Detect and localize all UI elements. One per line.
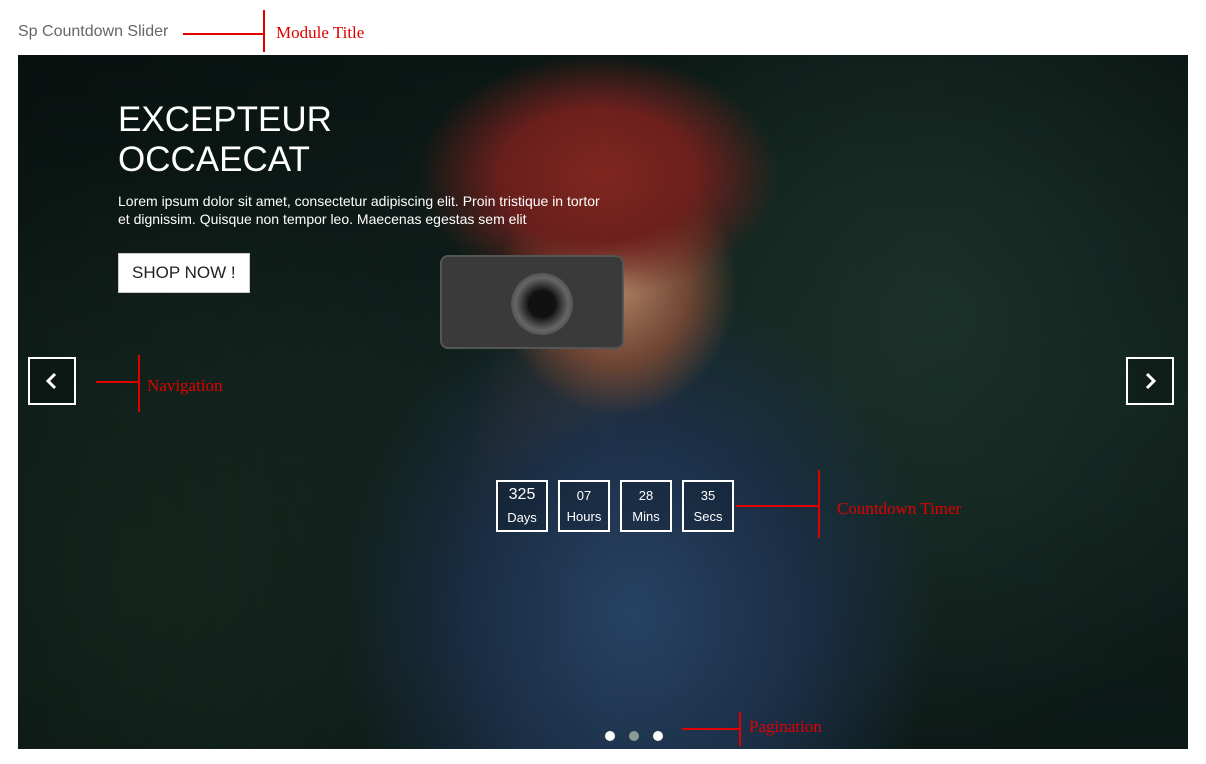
annotation-line — [96, 381, 138, 383]
annotation-line — [682, 728, 739, 730]
countdown-hours: 07 Hours — [558, 480, 610, 532]
annotation-line — [736, 505, 818, 507]
countdown-value: 325 — [508, 486, 536, 503]
slide-title-line1: EXCEPTEUR — [118, 100, 332, 139]
slide-description: Lorem ipsum dolor sit amet, consectetur … — [118, 193, 600, 227]
annotation-module-title: Module Title — [276, 23, 365, 42]
countdown-mins: 28 Mins — [620, 480, 672, 532]
countdown-label: Secs — [693, 509, 723, 524]
shop-now-button[interactable]: SHOP NOW ! — [118, 253, 250, 293]
next-slide-button[interactable] — [1126, 357, 1174, 405]
countdown-label: Hours — [566, 509, 602, 524]
slider[interactable]: EXCEPTEUR OCCAECAT Lorem ipsum dolor sit… — [18, 55, 1188, 749]
pagination — [605, 731, 663, 741]
countdown-timer: 325 Days 07 Hours 28 Mins 35 Secs — [496, 480, 734, 532]
annotation-line — [183, 33, 263, 35]
module-title: Sp Countdown Slider — [18, 23, 169, 40]
countdown-label: Mins — [632, 509, 660, 524]
annotation-line — [739, 712, 741, 746]
countdown-value: 07 — [576, 488, 592, 503]
countdown-value: 35 — [700, 488, 716, 503]
pagination-dot-active[interactable] — [629, 731, 639, 741]
chevron-right-icon — [1145, 372, 1157, 390]
slide-title: EXCEPTEUR OCCAECAT — [118, 100, 608, 180]
prev-slide-button[interactable] — [28, 357, 76, 405]
annotation-pagination: Pagination — [749, 717, 822, 736]
annotation-line — [818, 470, 820, 538]
annotation-countdown: Countdown Timer — [837, 499, 962, 518]
pagination-dot[interactable] — [653, 731, 663, 741]
countdown-value: 28 — [638, 488, 654, 503]
countdown-label: Days — [507, 510, 537, 525]
countdown-secs: 35 Secs — [682, 480, 734, 532]
chevron-left-icon — [45, 372, 57, 390]
slide-caption: EXCEPTEUR OCCAECAT Lorem ipsum dolor sit… — [118, 100, 608, 293]
countdown-days: 325 Days — [496, 480, 548, 532]
slide-title-line2: OCCAECAT — [118, 140, 310, 179]
annotation-line — [138, 355, 140, 412]
annotation-navigation: Navigation — [147, 376, 223, 395]
annotation-line — [263, 10, 265, 52]
pagination-dot[interactable] — [605, 731, 615, 741]
